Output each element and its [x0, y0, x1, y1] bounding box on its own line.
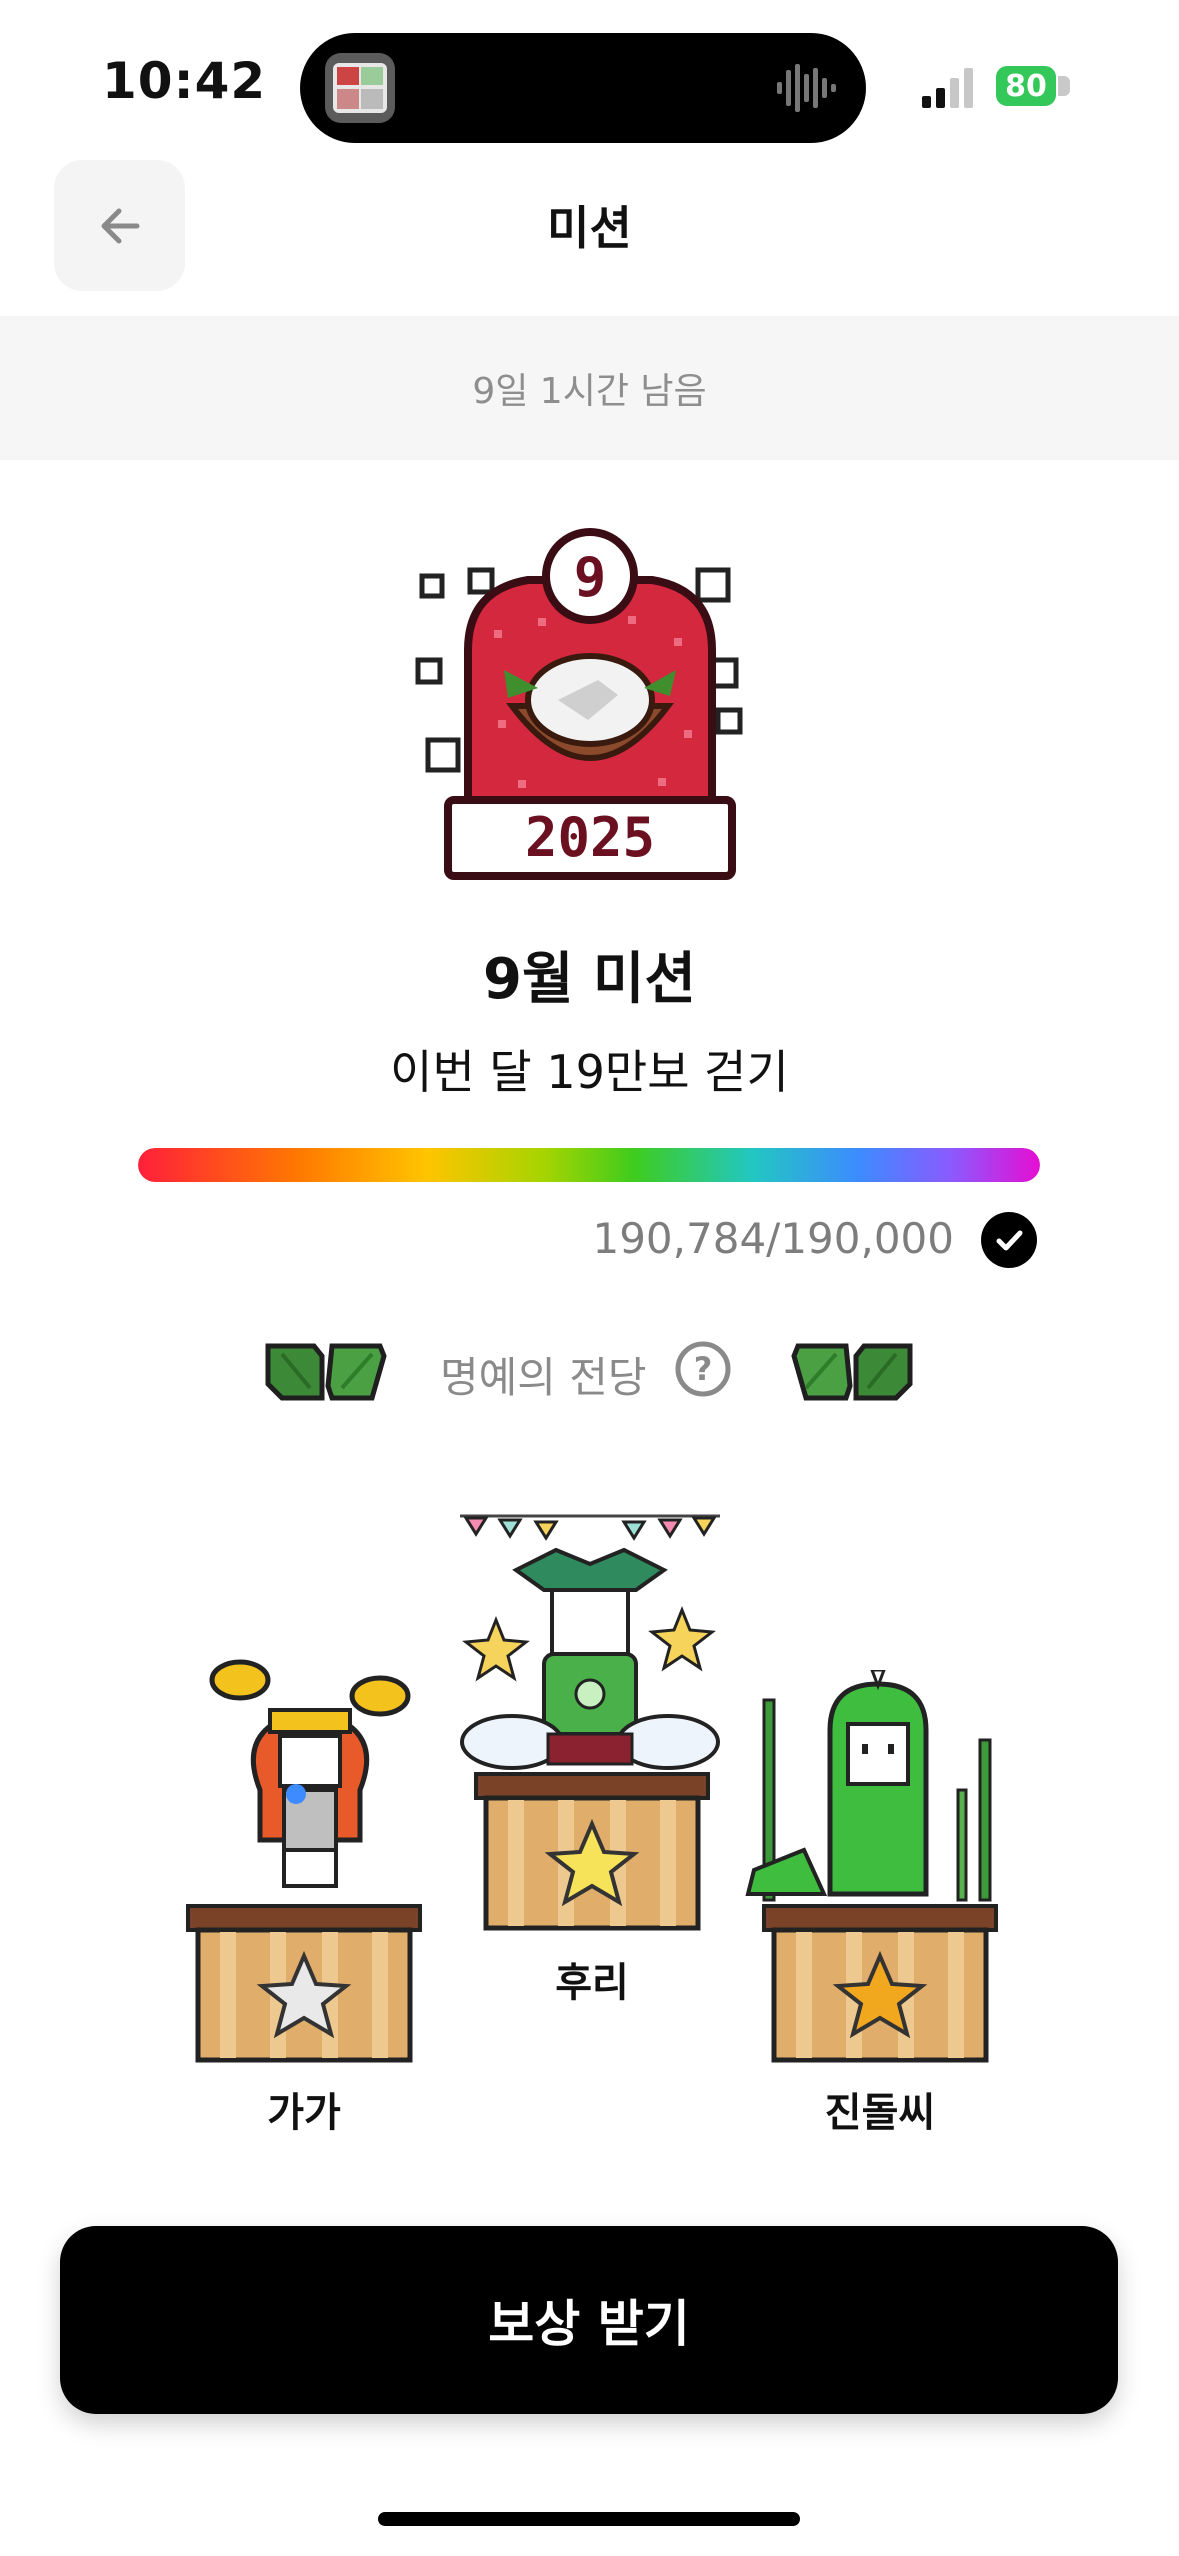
avatar-rank-3 — [745, 1670, 992, 1902]
countdown-text: 9일 1시간 남음 — [472, 371, 707, 412]
svg-text:?: ? — [694, 1350, 713, 1388]
question-circle-icon[interactable]: ? — [674, 1340, 732, 1398]
audio-wave-icon — [777, 64, 836, 112]
completed-check-icon — [981, 1212, 1037, 1268]
countdown-banner: 9일 1시간 남음 — [0, 316, 1179, 460]
claim-reward-label: 보상 받기 — [488, 2295, 690, 2353]
claim-reward-button[interactable]: 보상 받기 — [60, 2226, 1118, 2414]
podium-rank-3 — [762, 1904, 998, 2063]
podium-rank-2 — [186, 1904, 422, 2063]
home-indicator[interactable] — [378, 2512, 800, 2526]
battery-level: 80 — [1005, 68, 1047, 104]
laurel-left-icon — [265, 1343, 387, 1401]
progress-text: 190,784/190,000 — [592, 1214, 954, 1263]
laurel-right-icon — [791, 1343, 913, 1401]
status-time: 10:42 — [102, 52, 267, 110]
rank-2-name: 가가 — [267, 2090, 341, 2136]
rank-1-name: 후리 — [555, 1960, 629, 2006]
cellular-signal-icon — [922, 68, 973, 108]
mission-description: 이번 달 19만보 걷기 — [390, 1045, 789, 1099]
badge-number: 9 — [574, 546, 607, 609]
rank-3-name: 진돌씨 — [824, 2090, 936, 2136]
island-app-icon — [325, 53, 395, 123]
mission-progress-bar — [138, 1148, 1040, 1182]
badge-year: 2025 — [525, 806, 655, 869]
page-title: 미션 — [547, 201, 632, 255]
avatar-rank-1 — [460, 1514, 720, 1770]
avatar-rank-2 — [209, 1659, 411, 1888]
progress-fill — [138, 1148, 1040, 1182]
september-mission-badge: 9 2025 — [415, 528, 743, 880]
battery-icon: 80 — [996, 66, 1056, 106]
battery-cap — [1058, 76, 1070, 96]
hall-of-fame-label: 명예의 전당 — [440, 1353, 647, 1402]
podium-rank-1 — [474, 1772, 710, 1931]
mission-title: 9월 미션 — [482, 947, 697, 1012]
